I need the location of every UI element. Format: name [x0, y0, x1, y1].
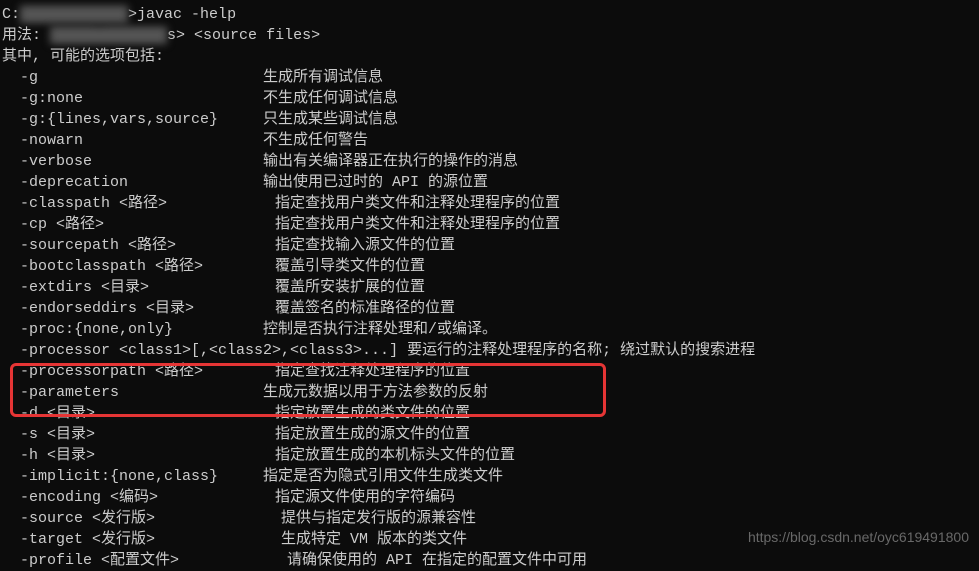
option-flag: -bootclasspath <路径>: [2, 258, 275, 275]
option-flag: -s <目录>: [2, 426, 275, 443]
redacted-path: ████████████: [20, 6, 128, 23]
option-line: -extdirs <目录> 覆盖所安装扩展的位置: [2, 277, 977, 298]
option-flag: -deprecation: [2, 174, 263, 191]
option-line: -nowarn 不生成任何警告: [2, 130, 977, 151]
option-description: 只生成某些调试信息: [263, 111, 398, 128]
usage-prefix: 用法:: [2, 27, 50, 44]
option-line: -d <目录> 指定放置生成的类文件的位置: [2, 403, 977, 424]
option-flag: -target <发行版>: [2, 531, 281, 548]
option-description: 指定查找用户类文件和注释处理程序的位置: [275, 195, 560, 212]
option-line: -s <目录> 指定放置生成的源文件的位置: [2, 424, 977, 445]
option-flag: -encoding <编码>: [2, 489, 275, 506]
option-flag: -extdirs <目录>: [2, 279, 275, 296]
option-flag: -cp <路径>: [2, 216, 275, 233]
option-flag: -processorpath <路径>: [2, 363, 275, 380]
option-description: 指定查找用户类文件和注释处理程序的位置: [275, 216, 560, 233]
option-line: -source <发行版> 提供与指定发行版的源兼容性: [2, 508, 977, 529]
option-description: 控制是否执行注释处理和/或编译。: [263, 321, 497, 338]
option-flag: -g: [2, 69, 263, 86]
usage-line: 用法: █████ ███████s> <source files>: [2, 25, 977, 46]
option-description: 指定放置生成的类文件的位置: [275, 405, 470, 422]
option-line: -sourcepath <路径> 指定查找输入源文件的位置: [2, 235, 977, 256]
option-flag: -g:{lines,vars,source}: [2, 111, 263, 128]
option-description: 要运行的注释处理程序的名称; 绕过默认的搜索进程: [407, 342, 755, 359]
option-description: 输出有关编译器正在执行的操作的消息: [263, 153, 518, 170]
option-line: -g:{lines,vars,source} 只生成某些调试信息: [2, 109, 977, 130]
option-flag: -d <目录>: [2, 405, 275, 422]
option-description: 覆盖签名的标准路径的位置: [275, 300, 455, 317]
option-line: -endorseddirs <目录> 覆盖签名的标准路径的位置: [2, 298, 977, 319]
option-line: -classpath <路径> 指定查找用户类文件和注释处理程序的位置: [2, 193, 977, 214]
option-description: 覆盖所安装扩展的位置: [275, 279, 425, 296]
option-flag: -nowarn: [2, 132, 263, 149]
option-flag: -classpath <路径>: [2, 195, 275, 212]
options-list: -g 生成所有调试信息 -g:none 不生成任何调试信息 -g:{lines,…: [2, 67, 977, 571]
option-flag: -implicit:{none,class}: [2, 468, 263, 485]
prompt-line: C:████████████>javac -help: [2, 4, 977, 25]
option-line: -processor <class1>[,<class2>,<class3>..…: [2, 340, 977, 361]
option-flag: -verbose: [2, 153, 263, 170]
option-description: 输出使用已过时的 API 的源位置: [263, 174, 488, 191]
option-line: -parameters 生成元数据以用于方法参数的反射: [2, 382, 977, 403]
option-line: -proc:{none,only} 控制是否执行注释处理和/或编译。: [2, 319, 977, 340]
option-flag: -profile <配置文件>: [2, 552, 287, 569]
option-line: -processorpath <路径> 指定查找注释处理程序的位置: [2, 361, 977, 382]
option-flag: -parameters: [2, 384, 263, 401]
option-line: -bootclasspath <路径> 覆盖引导类文件的位置: [2, 256, 977, 277]
option-line: -g:none 不生成任何调试信息: [2, 88, 977, 109]
option-flag: -endorseddirs <目录>: [2, 300, 275, 317]
option-description: 生成所有调试信息: [263, 69, 383, 86]
option-flag: -source <发行版>: [2, 510, 281, 527]
option-line: -h <目录> 指定放置生成的本机标头文件的位置: [2, 445, 977, 466]
option-flag: -sourcepath <路径>: [2, 237, 275, 254]
option-description: 生成元数据以用于方法参数的反射: [263, 384, 488, 401]
option-description: 覆盖引导类文件的位置: [275, 258, 425, 275]
option-description: 提供与指定发行版的源兼容性: [281, 510, 476, 527]
option-line: -implicit:{none,class} 指定是否为隐式引用文件生成类文件: [2, 466, 977, 487]
usage-suffix: s> <source files>: [167, 27, 320, 44]
option-description: 请确保使用的 API 在指定的配置文件中可用: [287, 552, 587, 569]
option-description: 不生成任何警告: [263, 132, 368, 149]
command-text: >javac -help: [128, 6, 236, 23]
option-description: 指定放置生成的本机标头文件的位置: [275, 447, 515, 464]
option-flag: -h <目录>: [2, 447, 275, 464]
options-header: 其中, 可能的选项包括:: [2, 46, 977, 67]
option-description: 指定放置生成的源文件的位置: [275, 426, 470, 443]
option-line: -deprecation 输出使用已过时的 API 的源位置: [2, 172, 977, 193]
option-description: 生成特定 VM 版本的类文件: [281, 531, 467, 548]
option-description: 不生成任何调试信息: [263, 90, 398, 107]
option-line: -profile <配置文件> 请确保使用的 API 在指定的配置文件中可用: [2, 550, 977, 571]
option-description: 指定查找输入源文件的位置: [275, 237, 455, 254]
option-flag: -g:none: [2, 90, 263, 107]
option-line: -verbose 输出有关编译器正在执行的操作的消息: [2, 151, 977, 172]
drive-letter: C:: [2, 6, 20, 23]
usage-redacted: █████ ███████: [50, 27, 167, 44]
option-flag: -processor <class1>[,<class2>,<class3>..…: [2, 342, 407, 359]
option-line: -cp <路径> 指定查找用户类文件和注释处理程序的位置: [2, 214, 977, 235]
option-line: -encoding <编码> 指定源文件使用的字符编码: [2, 487, 977, 508]
option-description: 指定查找注释处理程序的位置: [275, 363, 470, 380]
option-description: 指定是否为隐式引用文件生成类文件: [263, 468, 503, 485]
watermark-text: https://blog.csdn.net/oyc619491800: [748, 528, 969, 548]
option-description: 指定源文件使用的字符编码: [275, 489, 455, 506]
option-flag: -proc:{none,only}: [2, 321, 263, 338]
option-line: -g 生成所有调试信息: [2, 67, 977, 88]
